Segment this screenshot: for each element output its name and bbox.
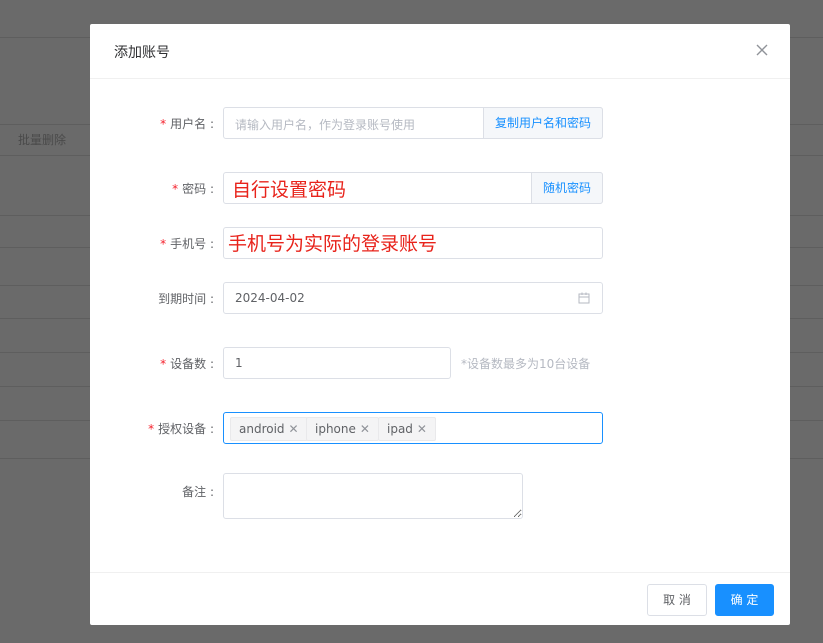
device-count-input[interactable]: 1 <box>223 347 451 379</box>
tag-close-icon[interactable]: ✕ <box>289 418 299 440</box>
close-button[interactable] <box>754 42 770 58</box>
batch-delete-button: 批量删除 <box>18 133 67 147</box>
required-mark: * <box>160 357 167 371</box>
phone-label: * 手机号 : <box>160 237 214 251</box>
required-mark: * <box>160 117 167 131</box>
auth-devices-select[interactable]: android ✕ iphone ✕ ipad ✕ <box>223 412 603 444</box>
device-tag-ipad: ipad ✕ <box>378 417 436 441</box>
copy-credentials-button[interactable]: 复制用户名和密码 <box>483 107 603 139</box>
device-count-value: 1 <box>235 356 243 370</box>
password-annotation: 自行设置密码 <box>232 179 347 201</box>
add-account-dialog: 添加账号 * 用户名 : 请输入用户名，作为登录账号使用 复制用户名和密码 * 密码… <box>90 24 790 625</box>
username-label: * 用户名 : <box>160 117 214 131</box>
expire-label: 到期时间 : <box>158 292 214 306</box>
expire-date-picker[interactable]: 2024-04-02 <box>223 282 603 314</box>
username-input[interactable]: 请输入用户名，作为登录账号使用 复制用户名和密码 <box>223 107 603 139</box>
required-mark: * <box>148 422 155 436</box>
cancel-button[interactable]: 取 消 <box>647 584 707 616</box>
tag-close-icon[interactable]: ✕ <box>360 418 370 440</box>
dialog-title: 添加账号 <box>114 45 170 61</box>
device-tag-iphone: iphone ✕ <box>306 417 379 441</box>
device-count-hint: *设备数最多为10台设备 <box>461 357 591 371</box>
dialog-header: 添加账号 <box>90 24 790 79</box>
expire-date-value: 2024-04-02 <box>235 291 305 305</box>
devices-label: * 设备数 : <box>160 357 214 371</box>
required-mark: * <box>172 182 179 196</box>
phone-annotation: 手机号为实际的登录账号 <box>228 233 438 255</box>
confirm-button[interactable]: 确 定 <box>715 584 774 616</box>
username-placeholder: 请输入用户名，作为登录账号使用 <box>235 118 416 132</box>
calendar-icon <box>578 292 590 304</box>
dialog-footer: 取 消 确 定 <box>90 572 790 625</box>
random-password-button[interactable]: 随机密码 <box>531 172 603 204</box>
remark-label: 备注 : <box>182 485 214 499</box>
device-tag-android: android ✕ <box>230 417 308 441</box>
remark-textarea[interactable] <box>223 473 523 519</box>
password-label: * 密码 : <box>172 182 214 196</box>
required-mark: * <box>160 237 167 251</box>
tag-close-icon[interactable]: ✕ <box>417 418 427 440</box>
auth-devices-label: * 授权设备 : <box>148 422 214 436</box>
close-icon <box>756 44 768 56</box>
